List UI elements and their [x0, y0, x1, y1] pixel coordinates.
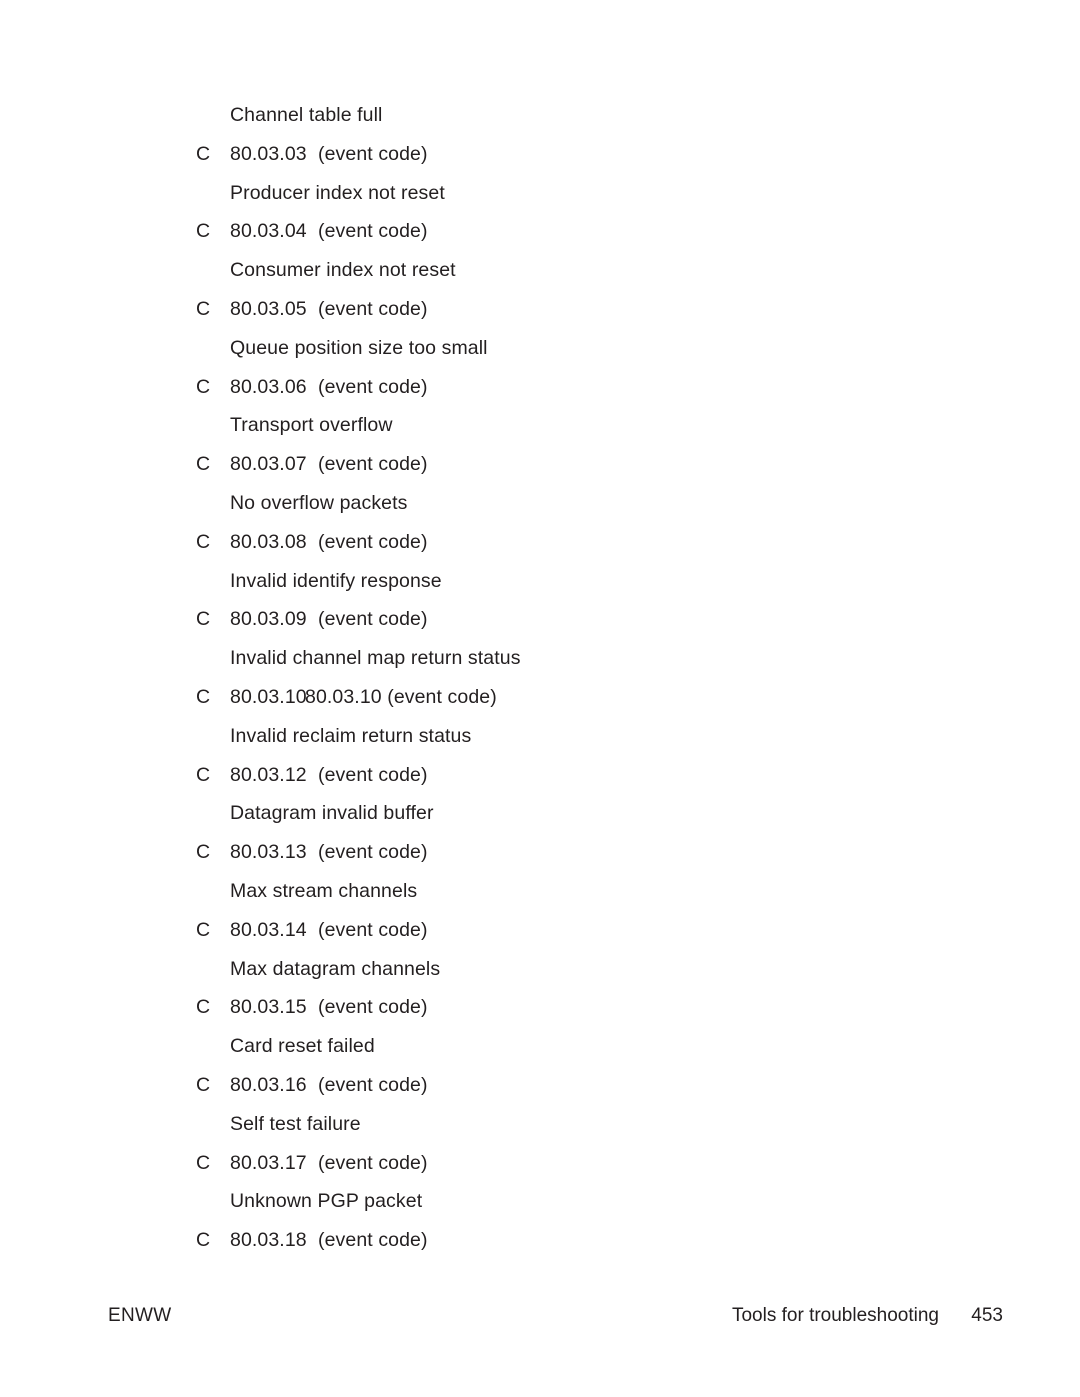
event-code-note: (event code)	[318, 841, 428, 864]
event-severity-marker: C	[196, 918, 211, 941]
event-description-text: Max datagram channels	[230, 957, 441, 980]
event-code-number: 80.03.18	[230, 1229, 307, 1252]
event-description-text: Self test failure	[230, 1112, 361, 1135]
event-code-note: (event code)	[318, 375, 428, 398]
event-code-number: 80.03.17	[230, 1151, 307, 1174]
event-code-number: 80.03.14	[230, 918, 307, 941]
event-code-row: C 80.03.09 (event code)	[0, 600, 1080, 639]
event-description-row: Datagram invalid buffer	[0, 794, 1080, 833]
event-description-text: Invalid channel map return status	[230, 647, 521, 670]
event-code-row: C 80.03.16 (event code)	[0, 1066, 1080, 1105]
event-severity-marker: C	[196, 530, 211, 553]
event-severity-marker: C	[196, 608, 211, 631]
event-severity-marker: C	[196, 297, 211, 320]
event-description-row: Invalid identify response	[0, 562, 1080, 601]
event-code-note: (event code)	[318, 453, 428, 476]
event-description-text: Queue position size too small	[230, 336, 488, 359]
event-description-row: Invalid reclaim return status	[0, 717, 1080, 756]
event-description-row: Unknown PGP packet	[0, 1182, 1080, 1221]
event-severity-marker: C	[196, 841, 211, 864]
event-description-row: Self test failure	[0, 1105, 1080, 1144]
event-code-number: 80.03.04	[230, 220, 307, 243]
event-code-number: 80.03.09	[230, 608, 307, 631]
footer-language-code: ENWW	[108, 1305, 172, 1326]
event-code-row: C 80.03.03 (event code)	[0, 135, 1080, 174]
event-description-row: Transport overflow	[0, 406, 1080, 445]
event-description-text: Datagram invalid buffer	[230, 802, 434, 825]
event-severity-marker: C	[196, 142, 211, 165]
event-code-number: 80.03.10	[230, 685, 307, 708]
event-description-row: Queue position size too small	[0, 329, 1080, 368]
event-code-note: (event code)	[318, 142, 428, 165]
event-code-row: C 80.03.13 (event code)	[0, 833, 1080, 872]
event-code-note: (event code)	[318, 763, 428, 786]
event-code-number: 80.03.13	[230, 841, 307, 864]
event-code-row: C 80.03.12 (event code)	[0, 756, 1080, 795]
event-code-note: 80.03.10 (event code)	[305, 685, 497, 708]
event-description-row: Max stream channels	[0, 872, 1080, 911]
event-description-text: Card reset failed	[230, 1035, 375, 1058]
event-description-text: Consumer index not reset	[230, 259, 456, 282]
event-code-number: 80.03.12	[230, 763, 307, 786]
event-severity-marker: C	[196, 996, 211, 1019]
event-code-row: C 80.03.05 (event code)	[0, 290, 1080, 329]
event-description-row: Invalid channel map return status	[0, 639, 1080, 678]
event-code-note: (event code)	[318, 1229, 428, 1252]
event-description-text: Transport overflow	[230, 414, 393, 437]
event-severity-marker: C	[196, 685, 211, 708]
page-footer: ENWW Tools for troubleshooting 453	[0, 1305, 1080, 1335]
footer-right-group: Tools for troubleshooting 453	[732, 1305, 1003, 1327]
event-code-note: (event code)	[318, 1151, 428, 1174]
event-code-note: (event code)	[318, 608, 428, 631]
event-code-row: C 80.03.1080.03.10 (event code)	[0, 678, 1080, 717]
event-code-row: C 80.03.18 (event code)	[0, 1221, 1080, 1260]
event-code-row: C 80.03.08 (event code)	[0, 523, 1080, 562]
event-description-text: No overflow packets	[230, 491, 408, 514]
event-description-row: Producer index not reset	[0, 174, 1080, 213]
event-code-number: 80.03.05	[230, 297, 307, 320]
event-severity-marker: C	[196, 220, 211, 243]
event-description-row: No overflow packets	[0, 484, 1080, 523]
event-description-text: Unknown PGP packet	[230, 1190, 423, 1213]
event-code-note: (event code)	[318, 297, 428, 320]
event-code-note: (event code)	[318, 918, 428, 941]
event-code-number: 80.03.15	[230, 996, 307, 1019]
event-code-note: (event code)	[318, 220, 428, 243]
event-code-row: C 80.03.15 (event code)	[0, 988, 1080, 1027]
event-code-number: 80.03.08	[230, 530, 307, 553]
event-description-text: Channel table full	[230, 104, 383, 126]
footer-chapter-title: Tools for troubleshooting	[731, 1305, 939, 1326]
event-description-row: Channel table full	[0, 96, 1080, 135]
footer-page-number: 453	[971, 1305, 1003, 1326]
event-code-row: C 80.03.06 (event code)	[0, 368, 1080, 407]
event-code-note: (event code)	[318, 996, 428, 1019]
event-code-row: C 80.03.14 (event code)	[0, 911, 1080, 950]
event-description-row: Card reset failed	[0, 1027, 1080, 1066]
event-code-number: 80.03.07	[230, 453, 307, 476]
event-code-note: (event code)	[318, 530, 428, 553]
event-code-row: C 80.03.17 (event code)	[0, 1144, 1080, 1183]
event-description-text: Max stream channels	[230, 879, 418, 902]
document-page: Channel table full C 80.03.03 (event code) P…	[0, 0, 1080, 1397]
event-code-note: (event code)	[318, 1073, 428, 1096]
event-severity-marker: C	[196, 1229, 211, 1252]
event-code-number: 80.03.06	[230, 375, 307, 398]
event-severity-marker: C	[196, 763, 211, 786]
event-code-row: C 80.03.04 (event code)	[0, 212, 1080, 251]
event-description-text: Invalid identify response	[230, 569, 442, 592]
event-code-row: C 80.03.07 (event code)	[0, 445, 1080, 484]
event-severity-marker: C	[196, 1073, 211, 1096]
event-description-row: Max datagram channels	[0, 950, 1080, 989]
event-description-row: Consumer index not reset	[0, 251, 1080, 290]
event-code-number: 80.03.03	[230, 142, 307, 165]
event-severity-marker: C	[196, 453, 211, 476]
event-description-text: Producer index not reset	[230, 181, 445, 204]
event-description-text: Invalid reclaim return status	[230, 724, 472, 747]
event-severity-marker: C	[196, 375, 211, 398]
event-severity-marker: C	[196, 1151, 211, 1174]
event-code-list: Channel table full C 80.03.03 (event code) P…	[0, 96, 1080, 1260]
event-code-number: 80.03.16	[230, 1073, 307, 1096]
